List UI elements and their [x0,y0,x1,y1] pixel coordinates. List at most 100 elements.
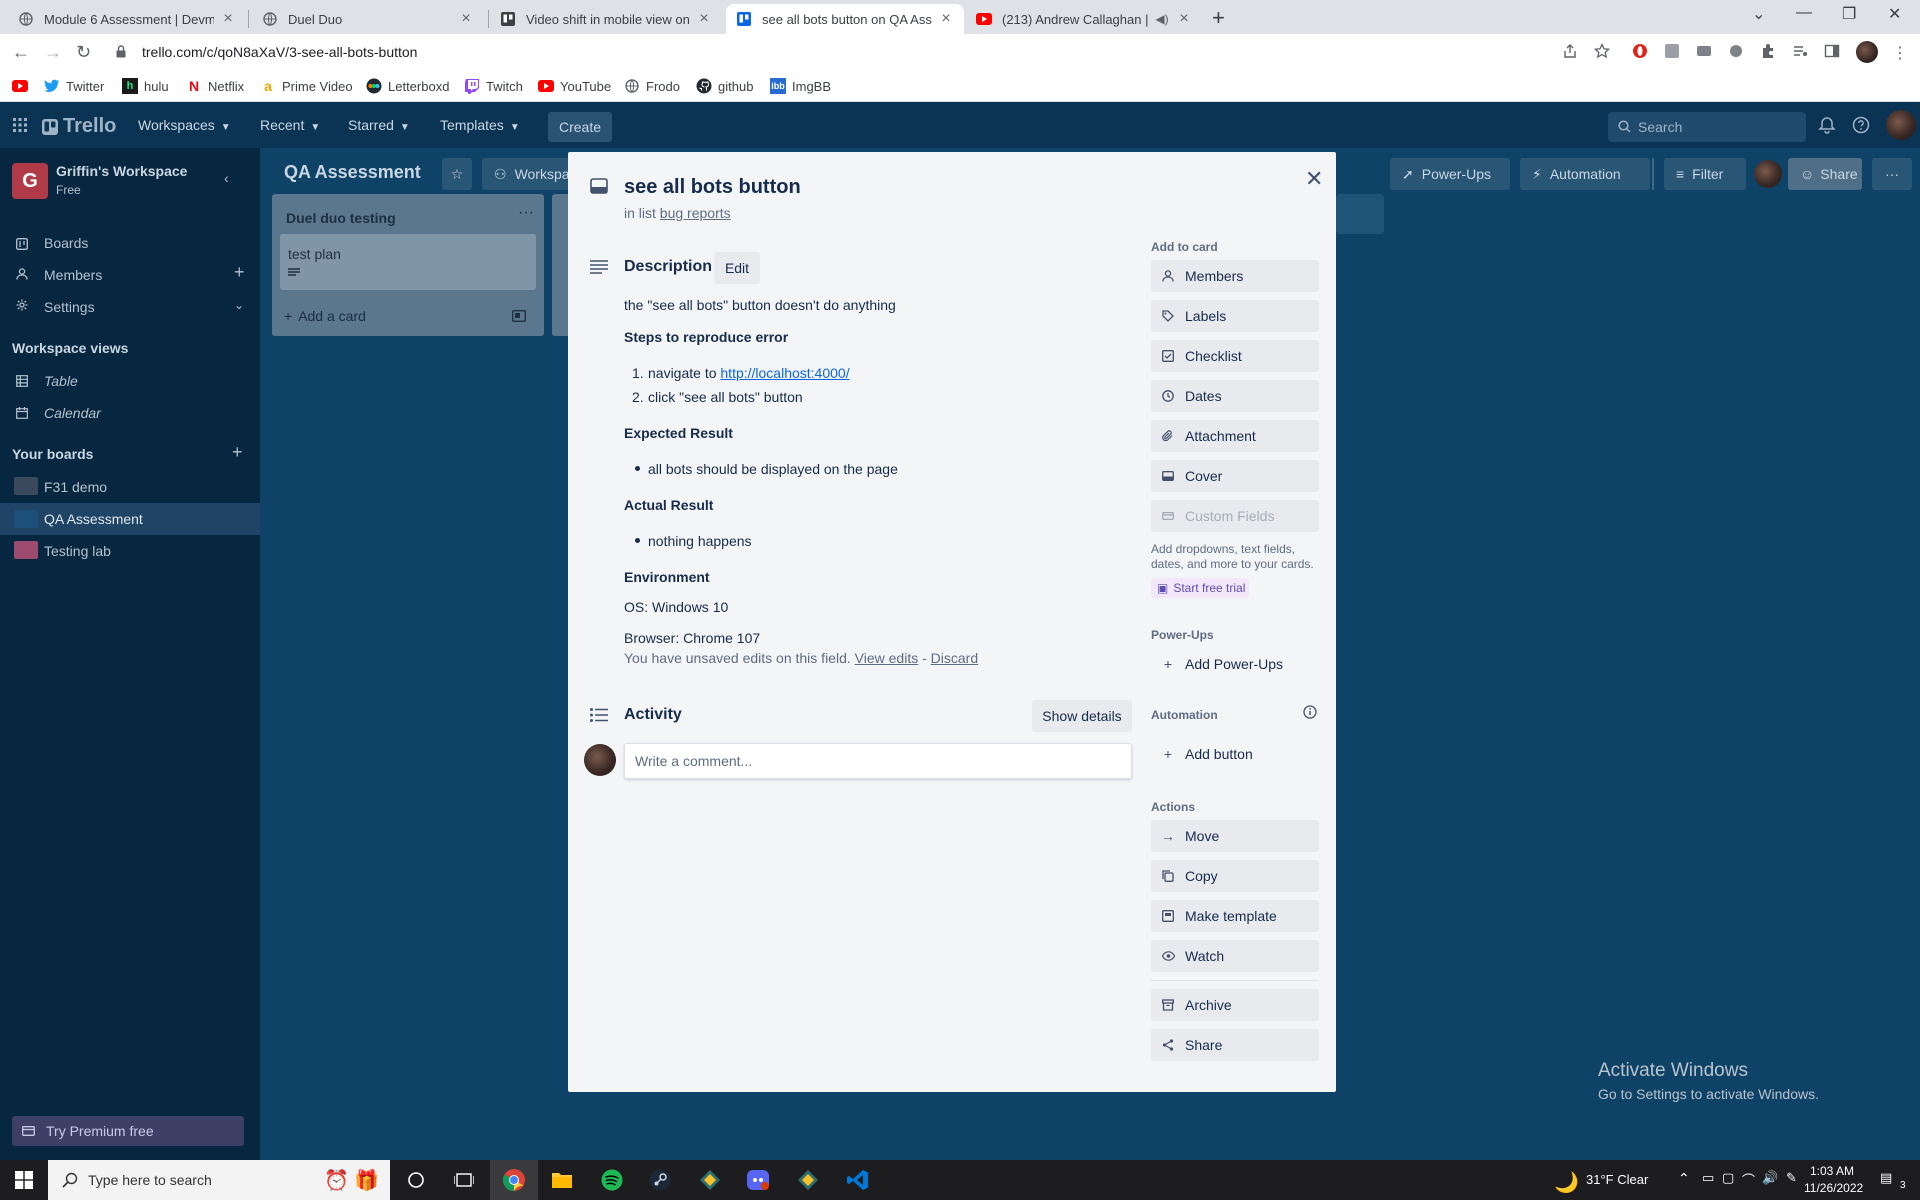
bookmark-youtube[interactable]: YouTube [538,78,611,94]
address-bar[interactable]: trello.com/c/qoN8aXaV/3-see-all-bots-but… [110,38,1590,66]
steam-icon[interactable] [636,1160,684,1200]
list-link[interactable]: bug reports [660,205,731,221]
spotify-icon[interactable] [588,1160,636,1200]
sidebar-item-members[interactable]: Members [44,267,102,283]
card-title[interactable]: see all bots button [624,176,801,199]
members-button[interactable]: Members [1151,260,1319,292]
share-card-button[interactable]: Share [1151,1029,1319,1061]
board-menu-button[interactable]: ··· [1872,158,1912,190]
close-tab-icon[interactable]: × [220,10,236,28]
browser-tab-devmountain[interactable]: Module 6 Assessment | Devmoun × [8,4,246,34]
opera-extension-icon[interactable] [1632,43,1650,61]
vscode-icon[interactable] [834,1160,882,1200]
mute-icon[interactable]: ◀) [1154,12,1170,26]
notification-center-icon[interactable]: ▤ [1880,1170,1892,1186]
recent-menu[interactable]: Recent ▼ [260,117,320,133]
comment-input[interactable] [624,743,1132,779]
reload-icon[interactable]: ↻ [76,42,91,63]
share-board-button[interactable]: ☺ Share [1788,158,1862,190]
extension-icon[interactable] [1728,43,1746,61]
close-tab-icon[interactable]: × [696,10,712,28]
bookmark-hulu[interactable]: h hulu [122,78,169,94]
attachment-button[interactable]: Attachment [1151,420,1319,452]
chrome-menu-icon[interactable]: ⋮ [1892,43,1910,62]
power-ups-button[interactable]: ➚ Power-Ups [1390,158,1510,190]
info-icon[interactable] [1303,705,1317,719]
browser-tab-youtube[interactable]: (213) Andrew Callaghan | The ◀) × [966,4,1202,34]
taskbar-search-input[interactable]: Type here to search ⏰ 🎁 [48,1160,390,1200]
starred-menu[interactable]: Starred ▼ [348,117,410,133]
board-title[interactable]: QA Assessment [284,162,421,183]
dates-button[interactable]: Dates [1151,380,1319,412]
bookmark-letterboxd[interactable]: Letterboxd [366,78,449,94]
workspace-visibility-button[interactable]: ⚇ Workspa [482,158,578,190]
templates-menu[interactable]: Templates ▼ [440,117,520,133]
browser-tab-video-shift[interactable]: Video shift in mobile view on F31 × [490,4,722,34]
close-tab-icon[interactable]: × [458,10,474,28]
sidebar-item-table[interactable]: Table [44,373,78,389]
sidebar-item-calendar[interactable]: Calendar [44,405,101,421]
bookmark-netflix[interactable]: N Netflix [186,78,244,94]
bookmark-twitch[interactable]: Twitch [464,78,523,94]
bookmark-youtube-icon[interactable] [12,78,34,94]
watch-button[interactable]: Watch [1151,940,1319,972]
media-controls-icon[interactable] [1792,43,1810,61]
wifi-icon[interactable]: ⌒ [1742,1170,1755,1189]
collapse-sidebar-icon[interactable]: ‹ [224,170,229,186]
add-power-ups-button[interactable]: + Add Power-Ups [1151,648,1319,680]
bookmark-star-icon[interactable] [1594,43,1612,61]
discord-icon[interactable] [734,1160,782,1200]
git-kraken-icon[interactable] [784,1160,832,1200]
browser-tab-see-all-bots[interactable]: see all bots button on QA Assess × [726,4,964,34]
list-title[interactable]: Duel duo testing [286,210,396,226]
custom-fields-button[interactable]: Custom Fields [1151,500,1319,532]
list-menu-icon[interactable]: ··· [518,204,534,222]
card-test-plan[interactable]: test plan [280,234,536,290]
sidebar-board-qa-assessment[interactable]: QA Assessment [44,511,143,527]
chrome-taskbar-icon[interactable] [490,1160,538,1200]
extension-icon[interactable] [1664,43,1682,61]
pen-icon[interactable]: ✎ [1786,1170,1797,1186]
file-explorer-icon[interactable] [538,1160,586,1200]
add-list-partial[interactable] [1336,194,1384,234]
view-edits-link[interactable]: View edits [855,650,919,666]
restore-icon[interactable]: ❐ [1842,4,1856,24]
cortana-icon[interactable] [392,1160,440,1200]
labels-button[interactable]: Labels [1151,300,1319,332]
minimize-icon[interactable]: — [1796,4,1812,22]
bookmark-frodo[interactable]: Frodo [624,78,680,94]
back-arrow-icon[interactable]: ← [12,42,30,63]
browser-tab-duel-duo[interactable]: Duel Duo × [252,4,484,34]
clock-time[interactable]: 1:03 AM [1810,1164,1854,1178]
sidebar-item-settings[interactable]: Settings [44,299,95,315]
bookmark-imgbb[interactable]: ibb ImgBB [770,78,831,94]
git-kraken-icon[interactable] [686,1160,734,1200]
volume-icon[interactable]: 🔊 [1762,1170,1778,1186]
workspace-name[interactable]: Griffin's Workspace [56,163,187,179]
bookmark-github[interactable]: github [696,78,753,94]
filter-button[interactable]: ≡ Filter [1664,158,1746,190]
edit-description-button[interactable]: Edit [714,252,760,284]
close-window-icon[interactable]: ✕ [1888,4,1901,24]
discard-link[interactable]: Discard [931,650,978,666]
create-from-template-icon[interactable] [512,310,526,322]
copy-button[interactable]: Copy [1151,860,1319,892]
forward-arrow-icon[interactable]: → [44,42,62,63]
user-avatar[interactable] [1886,110,1916,140]
search-input[interactable]: Search [1608,112,1806,142]
sidebar-item-boards[interactable]: Boards [44,235,88,251]
create-button[interactable]: Create [548,112,612,142]
show-details-button[interactable]: Show details [1032,700,1132,732]
close-tab-icon[interactable]: × [938,10,954,28]
workspaces-menu[interactable]: Workspaces ▼ [138,117,231,133]
add-board-icon[interactable]: + [232,442,243,463]
close-tab-icon[interactable]: × [1176,10,1192,28]
try-premium-button[interactable]: Try Premium free [12,1116,244,1146]
chevron-down-icon[interactable]: ⌄ [234,298,244,312]
add-member-icon[interactable]: + [234,262,245,283]
add-card-button[interactable]: + Add a card [284,308,366,324]
windows-start-icon[interactable] [0,1160,48,1200]
star-board-button[interactable]: ☆ [442,158,472,190]
weather-text[interactable]: 31°F Clear [1586,1172,1648,1187]
bookmark-twitter[interactable]: Twitter [44,78,104,94]
